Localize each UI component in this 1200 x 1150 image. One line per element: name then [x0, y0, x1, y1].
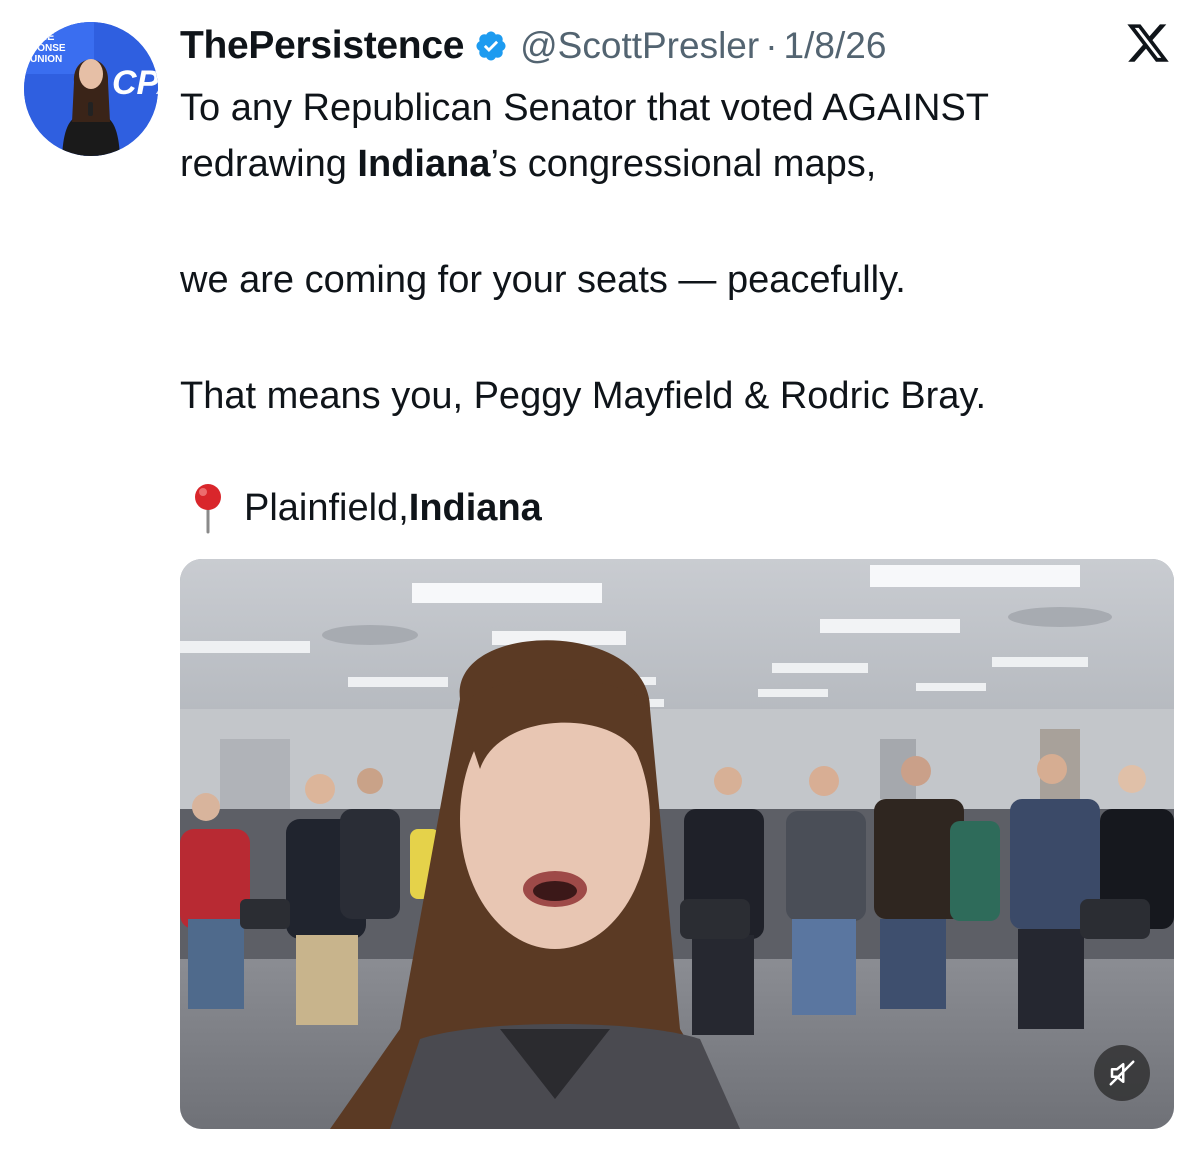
tweet-line: redrawing Indiana’s congressional maps, [180, 136, 1180, 192]
display-name[interactable]: ThePersistence [180, 24, 464, 68]
tweet-text: To any Republican Senator that voted AGA… [180, 80, 1180, 424]
verified-badge-icon [476, 31, 506, 61]
tweet-location: Plainfield, Indiana [190, 478, 542, 538]
avatar-banner-text: UNION [30, 54, 62, 65]
tweet-text-span: redrawing [180, 143, 358, 185]
tweet-card[interactable]: AME CONSE UNION CPA ThePersistence @Scot… [0, 0, 1200, 1150]
tweet-text-span: ’s congressional maps, [490, 143, 877, 185]
speaker-muted-icon [1109, 1060, 1135, 1086]
tweet-header: ThePersistence @ScottPresler · 1/8/26 [180, 20, 886, 72]
tweet-line: That means you, Peggy Mayfield & Rodric … [180, 375, 987, 417]
video-player[interactable] [180, 559, 1174, 1129]
avatar[interactable]: AME CONSE UNION CPA [24, 22, 158, 156]
x-logo-icon [1127, 24, 1169, 62]
video-thumbnail [180, 559, 1174, 1129]
avatar-image: AME CONSE UNION CPA [24, 22, 158, 156]
location-city: Plainfield, [244, 486, 409, 529]
user-handle[interactable]: @ScottPresler [520, 25, 759, 67]
tweet-line: we are coming for your seats — peacefull… [180, 259, 906, 301]
avatar-banner-text: CONSE [30, 43, 66, 54]
avatar-banner-text: AME [30, 31, 54, 43]
tweet-date[interactable]: 1/8/26 [784, 25, 887, 67]
tweet-text-bold: Indiana [357, 143, 491, 185]
mute-toggle-button[interactable] [1094, 1045, 1150, 1101]
location-state: Indiana [408, 486, 542, 529]
separator-dot: · [765, 25, 778, 66]
round-pushpin-icon [195, 484, 221, 534]
tweet-line: To any Republican Senator that voted AGA… [180, 87, 990, 129]
avatar-logo-text: CPA [112, 64, 158, 102]
